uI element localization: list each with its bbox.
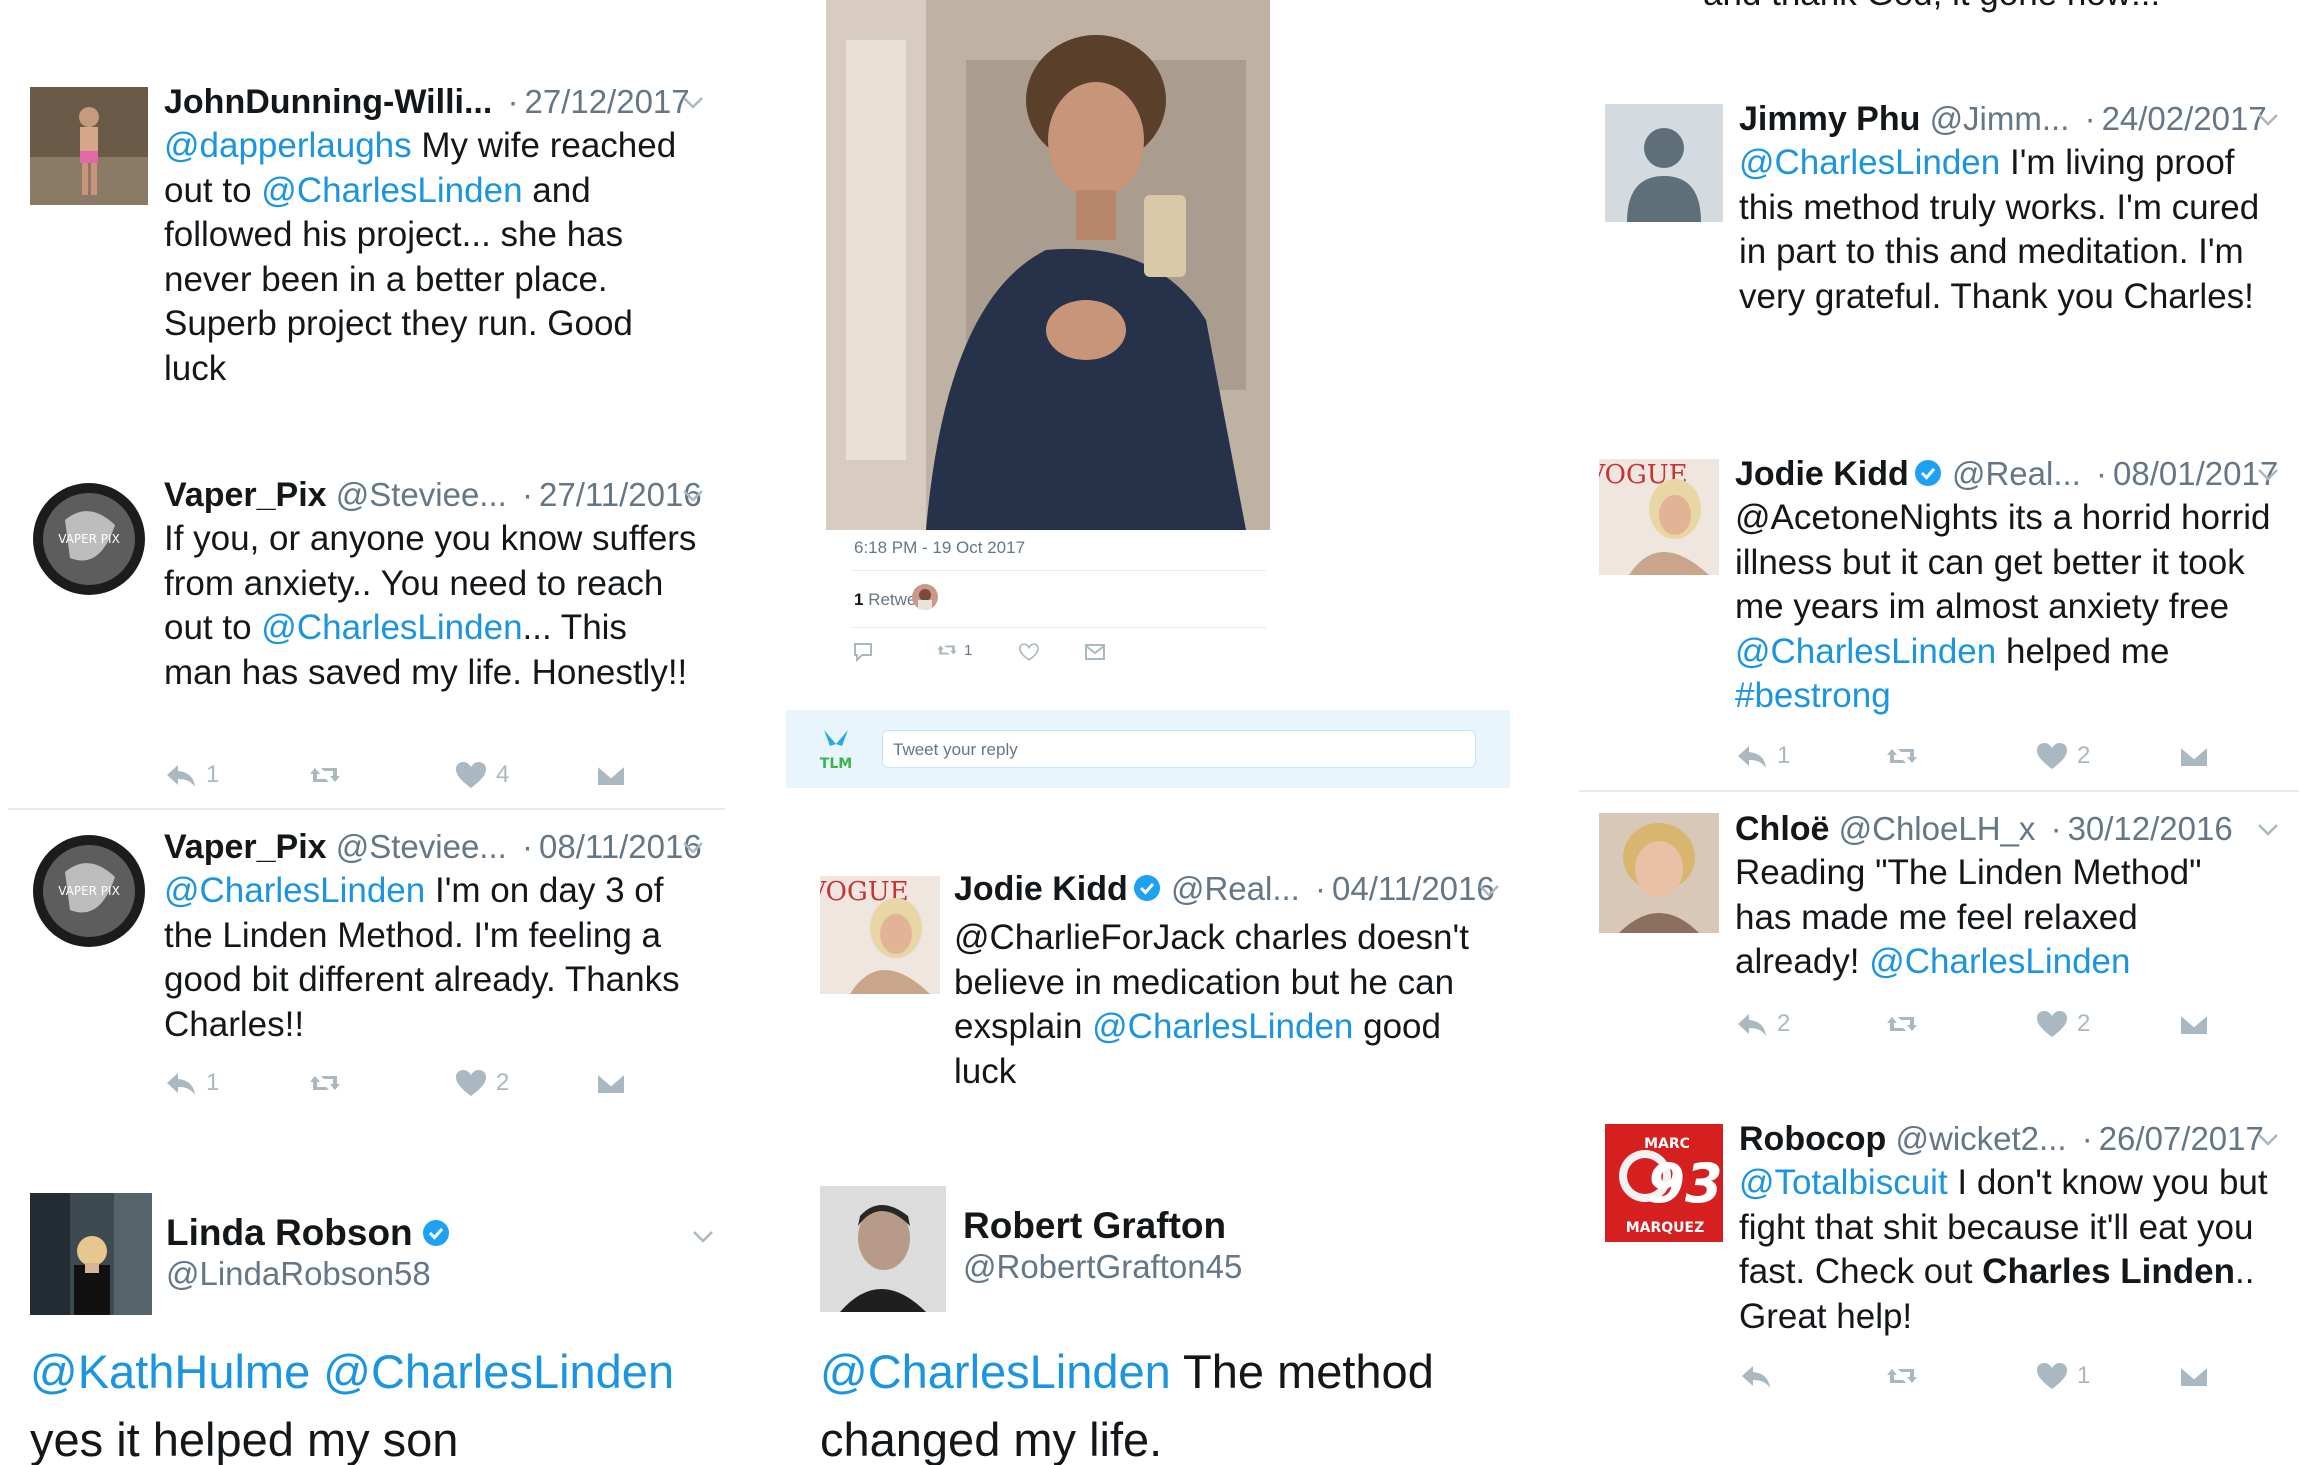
display-name[interactable]: Linda Robson <box>166 1212 451 1254</box>
tweet-robert-grafton[interactable]: Robert Grafton @RobertGrafton45 @Charles… <box>786 0 1510 1465</box>
handle[interactable]: @RobertGrafton45 <box>963 1248 1242 1286</box>
avatar[interactable] <box>30 1193 152 1315</box>
bold-text: Charles Linden <box>1982 1252 2235 1291</box>
tweet-text: @Totalbiscuit I don't know you but fight… <box>1739 1163 2268 1336</box>
right-column: and thank God, it gone now!!! Jimmy Phu … <box>1565 0 2300 1465</box>
mention-link[interactable]: @CharlesLinden <box>820 1345 1171 1398</box>
mention-link[interactable]: @KathHulme <box>30 1345 310 1398</box>
handle[interactable]: @wicket2... <box>1895 1120 2066 1157</box>
display-name[interactable]: Robocop <box>1739 1120 1886 1158</box>
tweet-header: Robocop @wicket2... · 26/07/2017 <box>1739 1120 2264 1158</box>
envelope-icon <box>2177 1361 2211 1391</box>
message-button[interactable] <box>2177 1359 2211 1393</box>
avatar[interactable]: 93 MARC MARQUEZ <box>1605 1124 1723 1242</box>
chevron-down-icon[interactable] <box>2257 1133 2279 1147</box>
tweet-linda-robson[interactable]: Linda Robson @LindaRobson58 @KathHulme @… <box>0 0 725 1465</box>
svg-text:MARQUEZ: MARQUEZ <box>1626 1220 1705 1236</box>
handle[interactable]: @LindaRobson58 <box>166 1255 431 1293</box>
svg-text:MARC: MARC <box>1644 1136 1690 1152</box>
avatar[interactable] <box>820 1186 946 1312</box>
heart-icon <box>2035 1361 2069 1391</box>
retweet-icon <box>1885 1361 1919 1391</box>
tweet-actions: 1 <box>1739 1359 2219 1393</box>
tweet-text: @KathHulme @CharlesLinden yes it helped … <box>30 1345 675 1465</box>
verified-icon <box>421 1218 451 1248</box>
reply-icon <box>1739 1361 1773 1391</box>
mention-link[interactable]: @CharlesLinden <box>323 1345 674 1398</box>
tweet-text: @CharlesLinden The method changed my lif… <box>820 1345 1434 1465</box>
tweet-date[interactable]: 26/07/2017 <box>2099 1120 2264 1157</box>
chevron-down-icon[interactable] <box>692 1230 714 1244</box>
like-button[interactable]: 1 <box>2035 1359 2090 1393</box>
retweet-button[interactable] <box>1885 1359 1919 1393</box>
tweet-robocop[interactable]: 93 MARC MARQUEZ Robocop @wicket2... · 26/07… <box>1565 0 2300 1465</box>
mention-link[interactable]: @Totalbiscuit <box>1739 1163 1948 1202</box>
display-name[interactable]: Robert Grafton <box>963 1205 1226 1247</box>
middle-column: 6:18 PM - 19 Oct 2017 1 Retweet 1 TLM Tw… <box>786 0 1510 1465</box>
left-column: JohnDunning-Willi... · 27/12/2017 @dapper… <box>0 0 725 1465</box>
reply-button[interactable] <box>1739 1359 1773 1393</box>
svg-text:93: 93 <box>1647 1152 1722 1215</box>
